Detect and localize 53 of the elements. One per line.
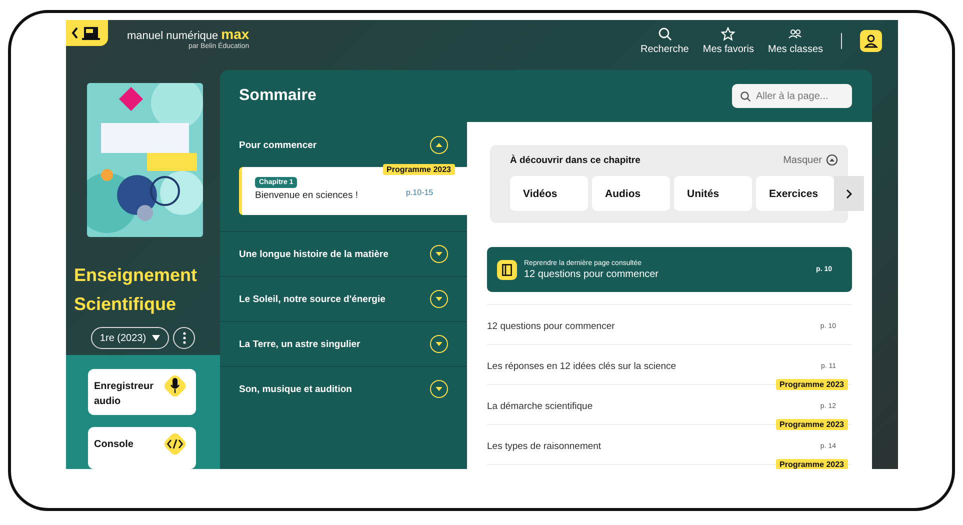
nav-link[interactable]: Mes favoris xyxy=(702,27,754,55)
expand-toggle[interactable] xyxy=(430,335,448,353)
section-title: Pour commencer xyxy=(239,140,317,150)
book-icon xyxy=(502,264,512,276)
chevron-right-icon xyxy=(846,188,852,198)
account-button[interactable] xyxy=(860,30,882,52)
back-button[interactable] xyxy=(66,20,108,46)
section-title: Une longue histoire de la matière xyxy=(239,248,388,260)
nav-link[interactable]: Mes classes xyxy=(768,27,823,55)
caret-down-icon xyxy=(435,386,443,392)
page-link[interactable]: Les réponses en 12 idées clés sur la science xyxy=(487,361,676,372)
discover-title: À découvrir dans ce chapitre xyxy=(510,154,640,166)
more-icon xyxy=(182,332,186,344)
program-badge: Programme 2023 xyxy=(776,459,848,469)
resource-tile[interactable]: Vidéos xyxy=(510,176,588,211)
resource-tile[interactable]: Exercices xyxy=(756,176,834,211)
resource-tile[interactable]: Unités xyxy=(674,176,752,211)
collapse-toggle[interactable] xyxy=(430,136,448,154)
circled-caret-up-icon xyxy=(826,154,838,166)
program-badge: Programme 2023 xyxy=(776,419,848,430)
program-badge: Programme 2023 xyxy=(382,164,455,175)
tool-card[interactable]: Enregistreur audio xyxy=(88,369,196,415)
panel-title: Sommaire xyxy=(239,87,316,105)
page-link[interactable]: 12 questions pour commencer xyxy=(487,321,615,332)
section-title: Son, musique et audition xyxy=(239,384,352,394)
book-title: Enseignement Scientifique xyxy=(73,264,198,316)
caret-down-icon xyxy=(435,251,443,257)
program-badge: Programme 2023 xyxy=(776,379,848,390)
chapter-title: Bienvenue en sciences ! xyxy=(255,190,358,201)
star-icon xyxy=(721,27,736,41)
caret-down-icon xyxy=(435,296,443,302)
section-title: La Terre, un astre singulier xyxy=(239,338,360,350)
page-link[interactable]: La démarche scientifique xyxy=(487,401,593,412)
page-range: p.10-15 xyxy=(406,188,434,197)
user-icon xyxy=(864,34,878,48)
people-icon xyxy=(788,27,802,41)
caret-icon xyxy=(152,335,160,341)
search-icon xyxy=(658,27,672,41)
search-field[interactable]: Aller à la page... xyxy=(732,84,852,108)
caret-down-icon xyxy=(435,341,443,347)
more-button[interactable] xyxy=(173,327,196,349)
expand-toggle[interactable] xyxy=(430,245,448,263)
expand-toggle[interactable] xyxy=(430,380,448,398)
expand-toggle[interactable] xyxy=(430,290,448,308)
hide-button[interactable]: Masquer xyxy=(783,154,838,166)
brand-logo: manuel numérique max xyxy=(127,26,250,42)
level-dropdown[interactable]: 1re (2023) xyxy=(90,327,170,349)
resource-tile[interactable]: Audios xyxy=(592,176,670,211)
page-link[interactable]: Les types de raisonnement xyxy=(487,441,602,452)
caret-up-icon xyxy=(435,142,443,148)
tool-card[interactable]: Console xyxy=(88,427,196,469)
nav-link[interactable]: Recherche xyxy=(640,27,689,55)
section-title: Le Soleil, notre source d'énergie xyxy=(239,294,386,304)
